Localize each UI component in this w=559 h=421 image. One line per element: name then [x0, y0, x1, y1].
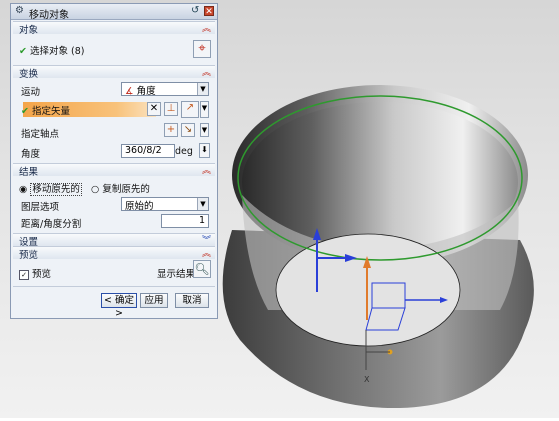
section-result[interactable]: 结果 ︽ — [13, 163, 215, 178]
angle-input[interactable]: 360/8/2 — [121, 144, 175, 158]
move-original-label: 移动原先的 — [30, 183, 82, 196]
chevron-up-icon[interactable]: ︽ — [202, 65, 211, 78]
move-original-radio[interactable]: ◉ 移动原先的 — [19, 181, 82, 196]
point-dialog-button[interactable]: + — [164, 123, 178, 137]
crosshair-select-button[interactable]: ⌖ — [193, 40, 211, 58]
reset-icon[interactable]: ↺ — [191, 6, 201, 16]
inferred-vector-button[interactable]: ↗ — [181, 101, 199, 118]
distance-input[interactable]: 1 — [161, 214, 209, 228]
chevron-up-icon[interactable]: ︽ — [202, 163, 211, 176]
motion-value: 角度 — [136, 86, 156, 97]
preview-label: 预览 — [32, 269, 52, 280]
radio-selected-icon: ◉ — [19, 184, 28, 195]
section-preview-label: 预览 — [19, 250, 39, 261]
close-icon[interactable]: ✕ — [204, 6, 214, 17]
point-dropdown-button[interactable]: ▼ — [200, 123, 209, 137]
select-object-row: ✔ 选择对象 (8) — [19, 43, 84, 57]
apply-button[interactable]: 应用 — [140, 293, 168, 308]
motion-label: 运动 — [21, 87, 41, 98]
angle-label: 角度 — [21, 149, 41, 160]
section-preview[interactable]: 预览 ︽ — [13, 246, 215, 261]
ok-button[interactable]: < 确定 > — [101, 293, 137, 319]
gear-icon: ⚙ — [15, 5, 24, 16]
section-transform[interactable]: 变换 ︽ — [13, 65, 215, 80]
vector-dialog-button[interactable]: ⊥ — [164, 102, 178, 116]
show-result-magnifier-button[interactable]: 🔍︎ — [193, 260, 211, 278]
section-objects-label: 对象 — [19, 25, 39, 36]
cancel-button[interactable]: 取消 — [175, 293, 209, 308]
motion-select[interactable]: ∡ 角度 ▼ — [121, 82, 209, 97]
axis-x-label: X — [364, 375, 370, 384]
chevron-down-icon: ▼ — [197, 83, 208, 95]
copy-original-label: 复制原先的 — [102, 184, 150, 195]
dialog-titlebar: ⚙ 移动对象 ↺ ✕ — [11, 4, 217, 21]
reverse-direction-button[interactable]: ✕ — [147, 102, 161, 116]
section-transform-label: 变换 — [19, 69, 39, 80]
axis-point-label: 指定轴点 — [21, 129, 60, 140]
layer-option-value: 原始的 — [125, 201, 154, 212]
chevron-down-icon: ▼ — [197, 198, 208, 210]
checkbox-checked-icon: ✓ — [19, 270, 29, 280]
inferred-point-button[interactable]: ↘ — [181, 123, 195, 137]
chevron-up-icon[interactable]: ︽ — [202, 21, 211, 34]
distance-label: 距离/角度分割 — [21, 219, 82, 230]
preview-checkbox[interactable]: ✓ 预览 — [19, 266, 51, 280]
vector-dropdown-button[interactable]: ▼ — [200, 101, 209, 118]
select-object-label: 选择对象 (8) — [30, 46, 85, 57]
section-settings[interactable]: 设置 ︾ — [13, 233, 215, 248]
specify-vector-label: 指定矢量 — [32, 106, 71, 117]
radio-empty-icon: ○ — [91, 184, 100, 195]
angle-icon: ∡ — [125, 86, 134, 97]
move-object-dialog: ⚙ 移动对象 ↺ ✕ 对象 ︽ ✔ 选择对象 (8) ⌖ 变换 ︽ 运动 ∡ 角… — [10, 3, 218, 319]
check-icon: ✔ — [21, 106, 29, 117]
check-icon: ✔ — [19, 46, 27, 57]
angle-unit: deg — [175, 146, 193, 157]
copy-original-radio[interactable]: ○ 复制原先的 — [91, 181, 150, 195]
chevron-down-icon[interactable]: ︾ — [202, 233, 211, 246]
section-result-label: 结果 — [19, 167, 39, 178]
dialog-title: 移动对象 — [29, 10, 69, 21]
section-objects[interactable]: 对象 ︽ — [13, 21, 215, 36]
angle-menu-button[interactable]: ⬇ — [199, 143, 210, 158]
chevron-up-icon[interactable]: ︽ — [202, 246, 211, 259]
specify-vector-row-text: ✔ 指定矢量 — [21, 103, 70, 117]
layer-option-select[interactable]: 原始的 ▼ — [121, 197, 209, 212]
layer-option-label: 图层选项 — [21, 202, 60, 213]
show-result-label: 显示结果 — [157, 269, 196, 280]
